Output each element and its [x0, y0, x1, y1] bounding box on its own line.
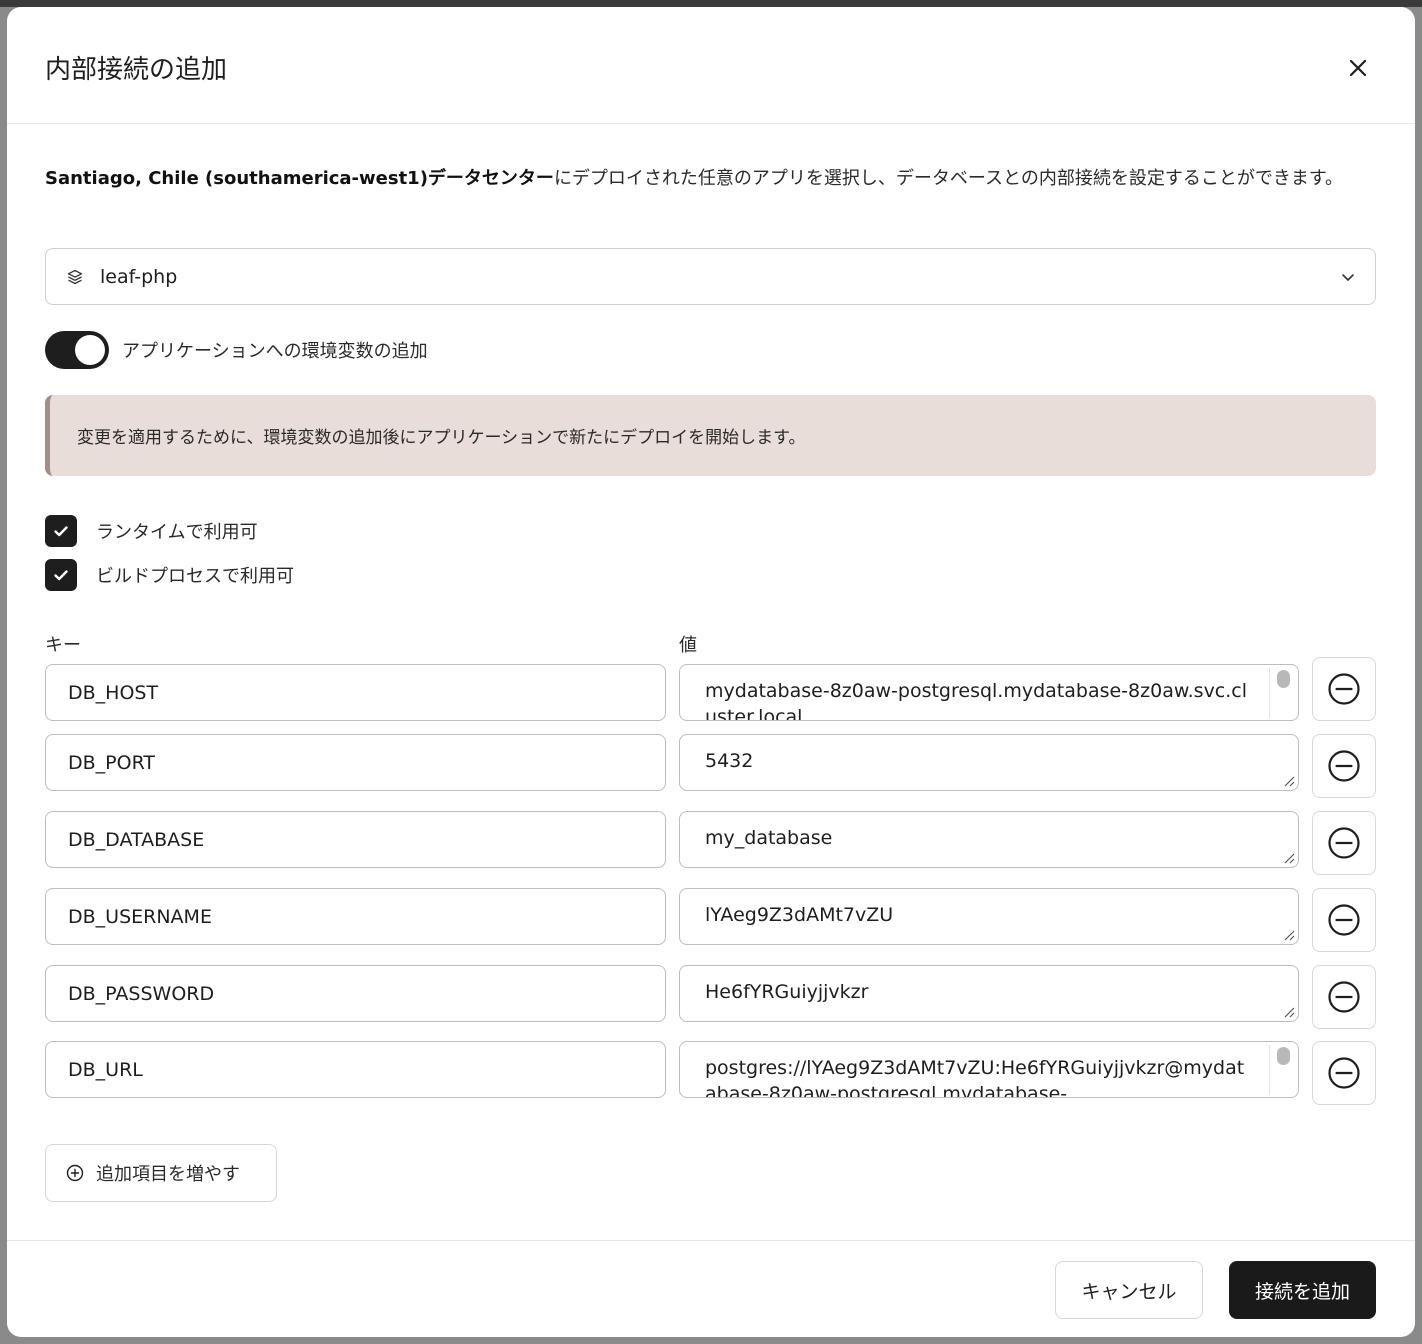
value-column-header: 値: [679, 635, 697, 656]
add-connection-button[interactable]: 接続を追加: [1229, 1261, 1376, 1319]
runtime-checkbox-row[interactable]: ランタイムで利用可: [45, 515, 258, 547]
key-column-header: キー: [45, 635, 81, 656]
description: Santiago, Chile (southamerica-west1)データセ…: [45, 164, 1365, 194]
close-icon: [1349, 59, 1367, 77]
minus-circle-icon: [1328, 673, 1360, 705]
minus-circle-icon: [1328, 981, 1360, 1013]
build-checkbox-label: ビルドプロセスで利用可: [96, 566, 294, 587]
build-checkbox-row[interactable]: ビルドプロセスで利用可: [45, 559, 294, 591]
env-toggle-row: アプリケーションへの環境変数の追加: [45, 331, 428, 369]
env-value-text: my_database: [705, 827, 833, 849]
stack-icon: [66, 268, 84, 286]
remove-row-button[interactable]: [1312, 965, 1376, 1029]
app-select[interactable]: leaf-php: [45, 248, 1376, 305]
env-key-input[interactable]: DB_DATABASE: [45, 811, 666, 868]
env-value-text: He6fYRGuiyjjvkzr: [705, 981, 869, 1003]
resize-handle-icon[interactable]: [1281, 850, 1295, 864]
minus-circle-icon: [1328, 750, 1360, 782]
minus-circle-icon: [1328, 827, 1360, 859]
env-value-input[interactable]: postgres://lYAeg9Z3dAMt7vZU:He6fYRGuiyjj…: [679, 1041, 1299, 1098]
remove-row-button[interactable]: [1312, 1041, 1376, 1105]
env-value-text: 5432: [705, 750, 754, 772]
env-key-input[interactable]: DB_PASSWORD: [45, 965, 666, 1022]
remove-row-button[interactable]: [1312, 657, 1376, 721]
env-value-input[interactable]: mydatabase-8z0aw-postgresql.mydatabase-8…: [679, 664, 1299, 721]
close-button[interactable]: [1340, 50, 1376, 86]
add-internal-connection-dialog: 内部接続の追加 Santiago, Chile (southamerica-we…: [7, 7, 1415, 1337]
env-key-input[interactable]: DB_URL: [45, 1041, 666, 1098]
dialog-footer: キャンセル 接続を追加: [7, 1240, 1415, 1337]
runtime-checkbox[interactable]: [45, 515, 77, 547]
env-value-input[interactable]: my_database: [679, 811, 1299, 868]
resize-handle-icon[interactable]: [1281, 927, 1295, 941]
scrollbar-thumb: [1277, 1047, 1290, 1065]
add-more-button[interactable]: 追加項目を増やす: [45, 1144, 277, 1202]
description-text: にデプロイされた任意のアプリを選択し、データベースとの内部接続を設定することがで…: [553, 168, 1344, 189]
dialog-title: 内部接続の追加: [45, 55, 228, 85]
backdrop: [0, 0, 1422, 7]
minus-circle-icon: [1328, 904, 1360, 936]
remove-row-button[interactable]: [1312, 811, 1376, 875]
dialog-header: 内部接続の追加: [7, 7, 1415, 124]
check-icon: [54, 526, 68, 537]
env-value-input[interactable]: He6fYRGuiyjjvkzr: [679, 965, 1299, 1022]
env-value-text: postgres://lYAeg9Z3dAMt7vZU:He6fYRGuiyjj…: [705, 1057, 1245, 1098]
check-icon: [54, 570, 68, 581]
resize-handle-icon[interactable]: [1281, 773, 1295, 787]
minus-circle-icon: [1328, 1057, 1360, 1089]
build-checkbox[interactable]: [45, 559, 77, 591]
chevron-down-icon: [1342, 274, 1354, 281]
env-value-input[interactable]: lYAeg9Z3dAMt7vZU: [679, 888, 1299, 945]
cancel-button[interactable]: キャンセル: [1055, 1261, 1203, 1319]
resize-handle-icon[interactable]: [1281, 1004, 1295, 1018]
env-value-text: mydatabase-8z0aw-postgresql.mydatabase-8…: [705, 680, 1248, 721]
env-key-input[interactable]: DB_PORT: [45, 734, 666, 791]
env-toggle-label: アプリケーションへの環境変数の追加: [122, 341, 428, 362]
plus-circle-icon: [66, 1164, 84, 1182]
value-scrollbar[interactable]: [1269, 668, 1295, 718]
env-value-text: lYAeg9Z3dAMt7vZU: [705, 904, 894, 926]
env-toggle[interactable]: [45, 331, 109, 369]
deploy-notice: 変更を適用するために、環境変数の追加後にアプリケーションで新たにデプロイを開始し…: [45, 395, 1376, 476]
env-key-input[interactable]: DB_USERNAME: [45, 888, 666, 945]
runtime-checkbox-label: ランタイムで利用可: [96, 522, 258, 543]
notice-text: 変更を適用するために、環境変数の追加後にアプリケーションで新たにデプロイを開始し…: [77, 428, 806, 448]
scrollbar-thumb: [1277, 670, 1290, 688]
remove-row-button[interactable]: [1312, 888, 1376, 952]
value-scrollbar[interactable]: [1269, 1045, 1295, 1095]
add-more-label: 追加項目を増やす: [96, 1164, 240, 1185]
app-select-value: leaf-php: [100, 265, 178, 288]
toggle-knob: [75, 335, 105, 365]
description-datacenter: Santiago, Chile (southamerica-west1)データセ…: [45, 168, 554, 189]
env-value-input[interactable]: 5432: [679, 734, 1299, 791]
remove-row-button[interactable]: [1312, 734, 1376, 798]
env-key-input[interactable]: DB_HOST: [45, 664, 666, 721]
